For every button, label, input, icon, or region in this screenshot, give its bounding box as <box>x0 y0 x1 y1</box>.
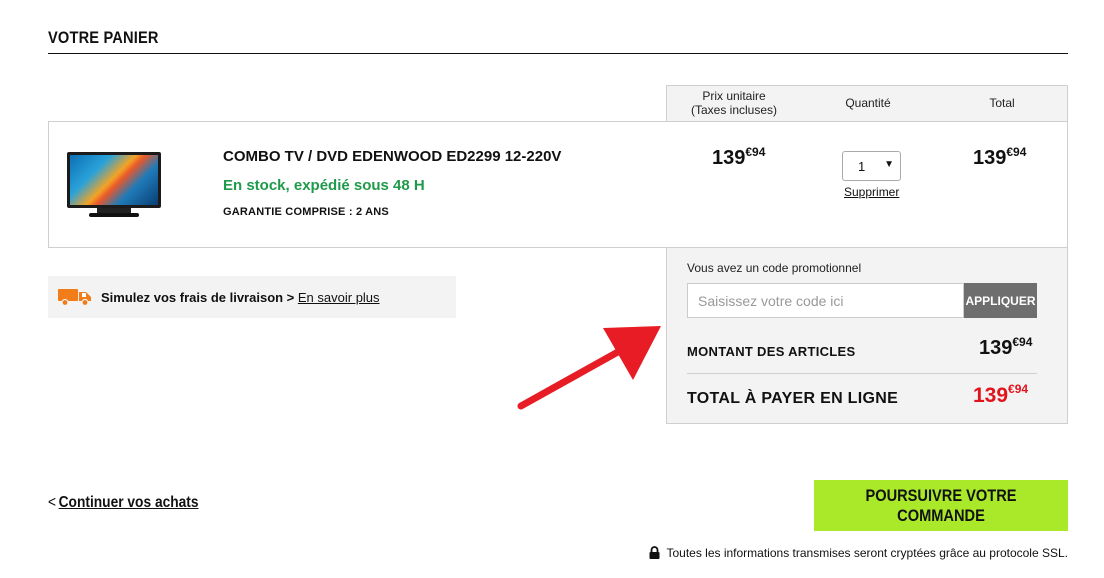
shipping-text: Simulez vos frais de livraison > En savo… <box>101 290 380 305</box>
red-arrow-annotation <box>517 326 661 410</box>
tv-base <box>89 213 139 217</box>
warranty-info: GARANTIE COMPRISE : 2 ANS <box>223 206 389 218</box>
grand-total-label: TOTAL À PAYER EN LIGNE <box>687 390 899 407</box>
order-summary-box: Vous avez un code promotionnel APPLIQUER… <box>666 248 1068 424</box>
articles-amount-cents: €94 <box>1012 335 1033 349</box>
tv-picture <box>70 155 158 205</box>
item-total-cents: €94 <box>1006 145 1027 159</box>
unit-price: 139€94 <box>712 145 766 170</box>
item-total-price: 139€94 <box>973 145 1027 170</box>
cart-item-row: COMBO TV / DVD EDENWOOD ED2299 12-220V E… <box>48 121 1068 248</box>
quantity-select[interactable]: 1 ▼ <box>842 151 901 181</box>
unit-price-main: 139 <box>712 147 746 169</box>
quantity-value: 1 <box>858 159 866 174</box>
product-name[interactable]: COMBO TV / DVD EDENWOOD ED2299 12-220V <box>223 148 561 165</box>
chevron-down-icon: ▼ <box>884 159 894 170</box>
promo-code-label: Vous avez un code promotionnel <box>687 261 862 275</box>
proceed-order-label: POURSUIVRE VOTRE COMMANDE <box>865 485 1017 525</box>
grand-total-cents: €94 <box>1008 382 1029 396</box>
tv-screen <box>67 152 161 208</box>
product-image[interactable] <box>67 152 161 219</box>
shipping-label: Simulez vos frais de livraison > <box>101 290 298 305</box>
chevron-left-icon: < <box>48 494 57 511</box>
column-quantity: Quantité <box>845 96 891 110</box>
stock-status: En stock, expédié sous 48 H <box>223 177 425 194</box>
shipping-simulator-banner[interactable]: Simulez vos frais de livraison > En savo… <box>48 276 456 318</box>
articles-amount: 139€94 <box>979 335 1033 360</box>
apply-promo-button[interactable]: APPLIQUER <box>964 283 1037 318</box>
grand-total-main: 139 <box>973 384 1009 407</box>
cart-column-headers: Prix unitaire (Taxes incluses) Quantité … <box>666 85 1068 121</box>
title-divider <box>48 53 1068 54</box>
page-title: VOTRE PANIER <box>48 28 159 47</box>
item-total-main: 139 <box>973 147 1007 169</box>
learn-more-link[interactable]: En savoir plus <box>298 290 380 305</box>
column-unit-price: Prix unitaire (Taxes incluses) <box>690 89 778 117</box>
articles-amount-label: MONTANT DES ARTICLES <box>687 344 856 359</box>
proceed-order-button[interactable]: POURSUIVRE VOTRE COMMANDE <box>814 480 1068 531</box>
articles-amount-main: 139 <box>979 337 1013 359</box>
remove-item-link[interactable]: Supprimer <box>844 185 899 199</box>
truck-icon <box>58 289 91 306</box>
promo-code-input[interactable] <box>687 283 964 318</box>
ssl-notice: Toutes les informations transmises seron… <box>649 546 1068 560</box>
grand-total-amount: 139€94 <box>973 382 1029 408</box>
column-total: Total <box>989 96 1015 110</box>
continue-shopping-label: Continuer vos achats <box>58 494 199 511</box>
continue-shopping-link[interactable]: < Continuer vos achats <box>48 494 199 512</box>
ssl-notice-text: Toutes les informations transmises seron… <box>666 546 1068 560</box>
lock-icon <box>649 546 660 559</box>
totals-divider <box>687 373 1037 374</box>
unit-price-cents: €94 <box>745 145 766 159</box>
